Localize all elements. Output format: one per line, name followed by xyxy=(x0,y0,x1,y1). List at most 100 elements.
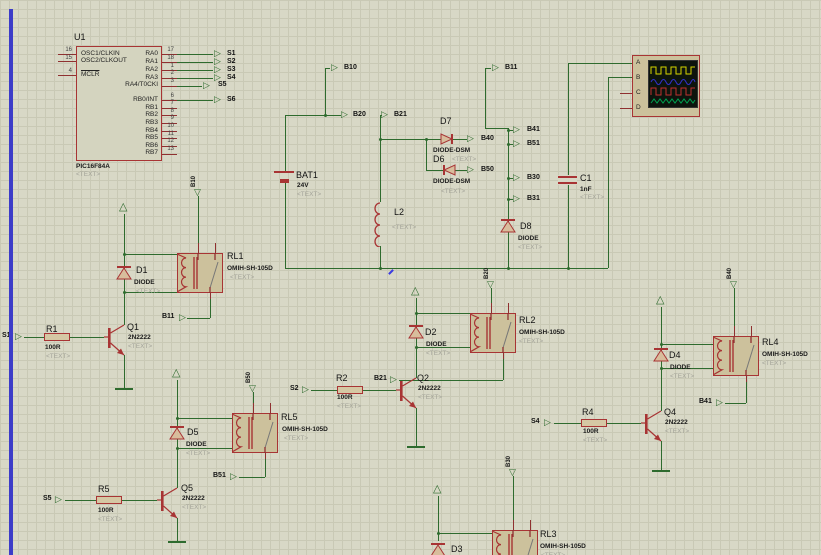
pin-stub[interactable] xyxy=(162,154,177,155)
terminal-arrow-S4-in[interactable]: ▷ xyxy=(544,418,551,427)
terminal-arrow-B20-in[interactable]: ▽ xyxy=(487,280,494,289)
diode-D2[interactable] xyxy=(405,324,427,340)
vnet-label[interactable]: B40 xyxy=(727,268,734,279)
net-label[interactable]: B41 xyxy=(699,398,712,406)
val-label[interactable]: 24V xyxy=(297,182,309,189)
ghost-label[interactable]: <TEXT> xyxy=(519,338,543,345)
wire[interactable] xyxy=(325,68,330,69)
terminal-arrow-B21[interactable]: ▷ xyxy=(381,110,388,119)
num-label[interactable]: 12 xyxy=(167,138,174,145)
ref-label[interactable]: BAT1 xyxy=(296,170,318,181)
val-label[interactable]: OMIH-SH-105D xyxy=(227,265,273,272)
terminal-arrow-B40-in[interactable]: ▽ xyxy=(730,280,737,289)
diode-D7[interactable] xyxy=(438,132,456,146)
ref-label[interactable]: D4 xyxy=(669,350,681,361)
diode-D8[interactable] xyxy=(497,218,519,234)
num-label[interactable]: 4 xyxy=(69,68,72,75)
wire[interactable] xyxy=(607,423,641,424)
ref-label[interactable]: L2 xyxy=(394,207,404,218)
net-label[interactable]: B41 xyxy=(527,126,540,134)
wire[interactable] xyxy=(734,288,735,326)
num-label[interactable]: 7 xyxy=(171,100,174,107)
pin-stub[interactable] xyxy=(746,376,747,382)
wire[interactable] xyxy=(485,68,486,128)
net-label[interactable]: B21 xyxy=(394,111,407,119)
val-label[interactable]: 100R xyxy=(583,428,599,435)
resistor-R4[interactable] xyxy=(581,419,607,427)
pin-label[interactable]: RA1 xyxy=(145,58,158,65)
pin-stub[interactable] xyxy=(162,115,177,116)
num-label[interactable]: 10 xyxy=(167,123,174,130)
pin-stub[interactable] xyxy=(265,453,266,459)
vnet-label[interactable]: B30 xyxy=(506,456,513,467)
val-label[interactable]: OMIH-SH-105D xyxy=(762,351,808,358)
relay-RL1[interactable] xyxy=(176,253,223,293)
net-label[interactable]: B11 xyxy=(505,64,517,72)
num-label[interactable]: 15 xyxy=(65,55,72,62)
val-label[interactable]: OMIH-SH-105D xyxy=(282,426,328,433)
wire[interactable] xyxy=(608,77,632,78)
wire[interactable] xyxy=(285,115,341,116)
wire[interactable] xyxy=(70,337,104,338)
num-label[interactable]: 6 xyxy=(171,93,174,100)
ghost-label[interactable]: <TEXT> xyxy=(441,188,465,195)
vnet-label[interactable]: B10 xyxy=(191,176,198,187)
6[interactable] xyxy=(388,269,394,275)
pin-label[interactable]: A xyxy=(636,59,640,66)
net-label[interactable]: S3 xyxy=(227,66,236,74)
inductor-L2[interactable] xyxy=(369,201,383,248)
ghost-label[interactable]: <TEXT> xyxy=(580,194,604,201)
num-label[interactable]: 13 xyxy=(167,146,174,153)
wire[interactable] xyxy=(568,63,632,64)
wire[interactable] xyxy=(124,254,177,255)
wire[interactable] xyxy=(239,477,265,478)
vnet-label[interactable]: B50 xyxy=(246,372,253,383)
wire[interactable] xyxy=(725,403,746,404)
net-label[interactable]: B30 xyxy=(527,174,540,182)
val-label[interactable]: 2N2222 xyxy=(182,495,205,502)
val-label[interactable]: DIODE xyxy=(518,235,539,242)
relay-RL4[interactable] xyxy=(712,336,759,376)
pin-stub[interactable] xyxy=(162,86,177,87)
wire[interactable] xyxy=(661,344,713,345)
terminal-arrow-B51-out[interactable]: ▷ xyxy=(230,472,237,481)
terminal-arrow-B30-in[interactable]: ▽ xyxy=(509,468,516,477)
pin-stub[interactable] xyxy=(513,520,514,530)
wire[interactable] xyxy=(285,115,286,171)
diode-D1[interactable] xyxy=(113,265,135,281)
pin-stub[interactable] xyxy=(253,403,254,413)
val-label[interactable]: DIODE xyxy=(134,279,155,286)
wire[interactable] xyxy=(122,500,157,501)
terminal-arrow-B21-out[interactable]: ▷ xyxy=(390,375,397,384)
pin-label[interactable]: RA0 xyxy=(145,50,158,57)
val-label[interactable]: OMIH-SH-105D xyxy=(540,543,586,550)
pin-stub[interactable] xyxy=(751,326,752,336)
terminal-arrow-S6-out[interactable]: ▷ xyxy=(214,95,221,104)
ref-label[interactable]: U1 xyxy=(74,32,86,43)
val-label[interactable]: 2N2222 xyxy=(418,385,441,392)
ghost-label[interactable]: <TEXT> xyxy=(297,191,321,198)
terminal-arrow-B40[interactable]: ▷ xyxy=(467,134,474,143)
net-label[interactable]: B31 xyxy=(527,195,540,203)
net-label[interactable]: B40 xyxy=(481,135,494,143)
diode-D3[interactable] xyxy=(427,542,449,555)
pin-stub[interactable] xyxy=(162,108,177,109)
pin-label[interactable]: RB2 xyxy=(145,111,158,118)
wire[interactable] xyxy=(311,390,337,391)
pin-stub[interactable] xyxy=(620,108,632,109)
ref-label[interactable]: D6 xyxy=(433,154,445,165)
wire[interactable] xyxy=(177,70,213,71)
wire[interactable] xyxy=(380,246,381,268)
transistor-Q5[interactable] xyxy=(157,486,179,520)
pin-stub[interactable] xyxy=(58,75,76,76)
wire[interactable] xyxy=(608,77,609,268)
ref-label[interactable]: RL1 xyxy=(227,251,244,262)
net-label[interactable]: B50 xyxy=(481,166,494,174)
resistor-R2[interactable] xyxy=(337,386,363,394)
wire[interactable] xyxy=(285,268,608,269)
num-label[interactable]: 1 xyxy=(171,63,174,70)
terminal-arrow-B41[interactable]: ▷ xyxy=(513,125,520,134)
val-label[interactable]: DIODE xyxy=(426,341,447,348)
wire[interactable] xyxy=(124,355,125,388)
ref-label[interactable]: R1 xyxy=(46,324,58,335)
